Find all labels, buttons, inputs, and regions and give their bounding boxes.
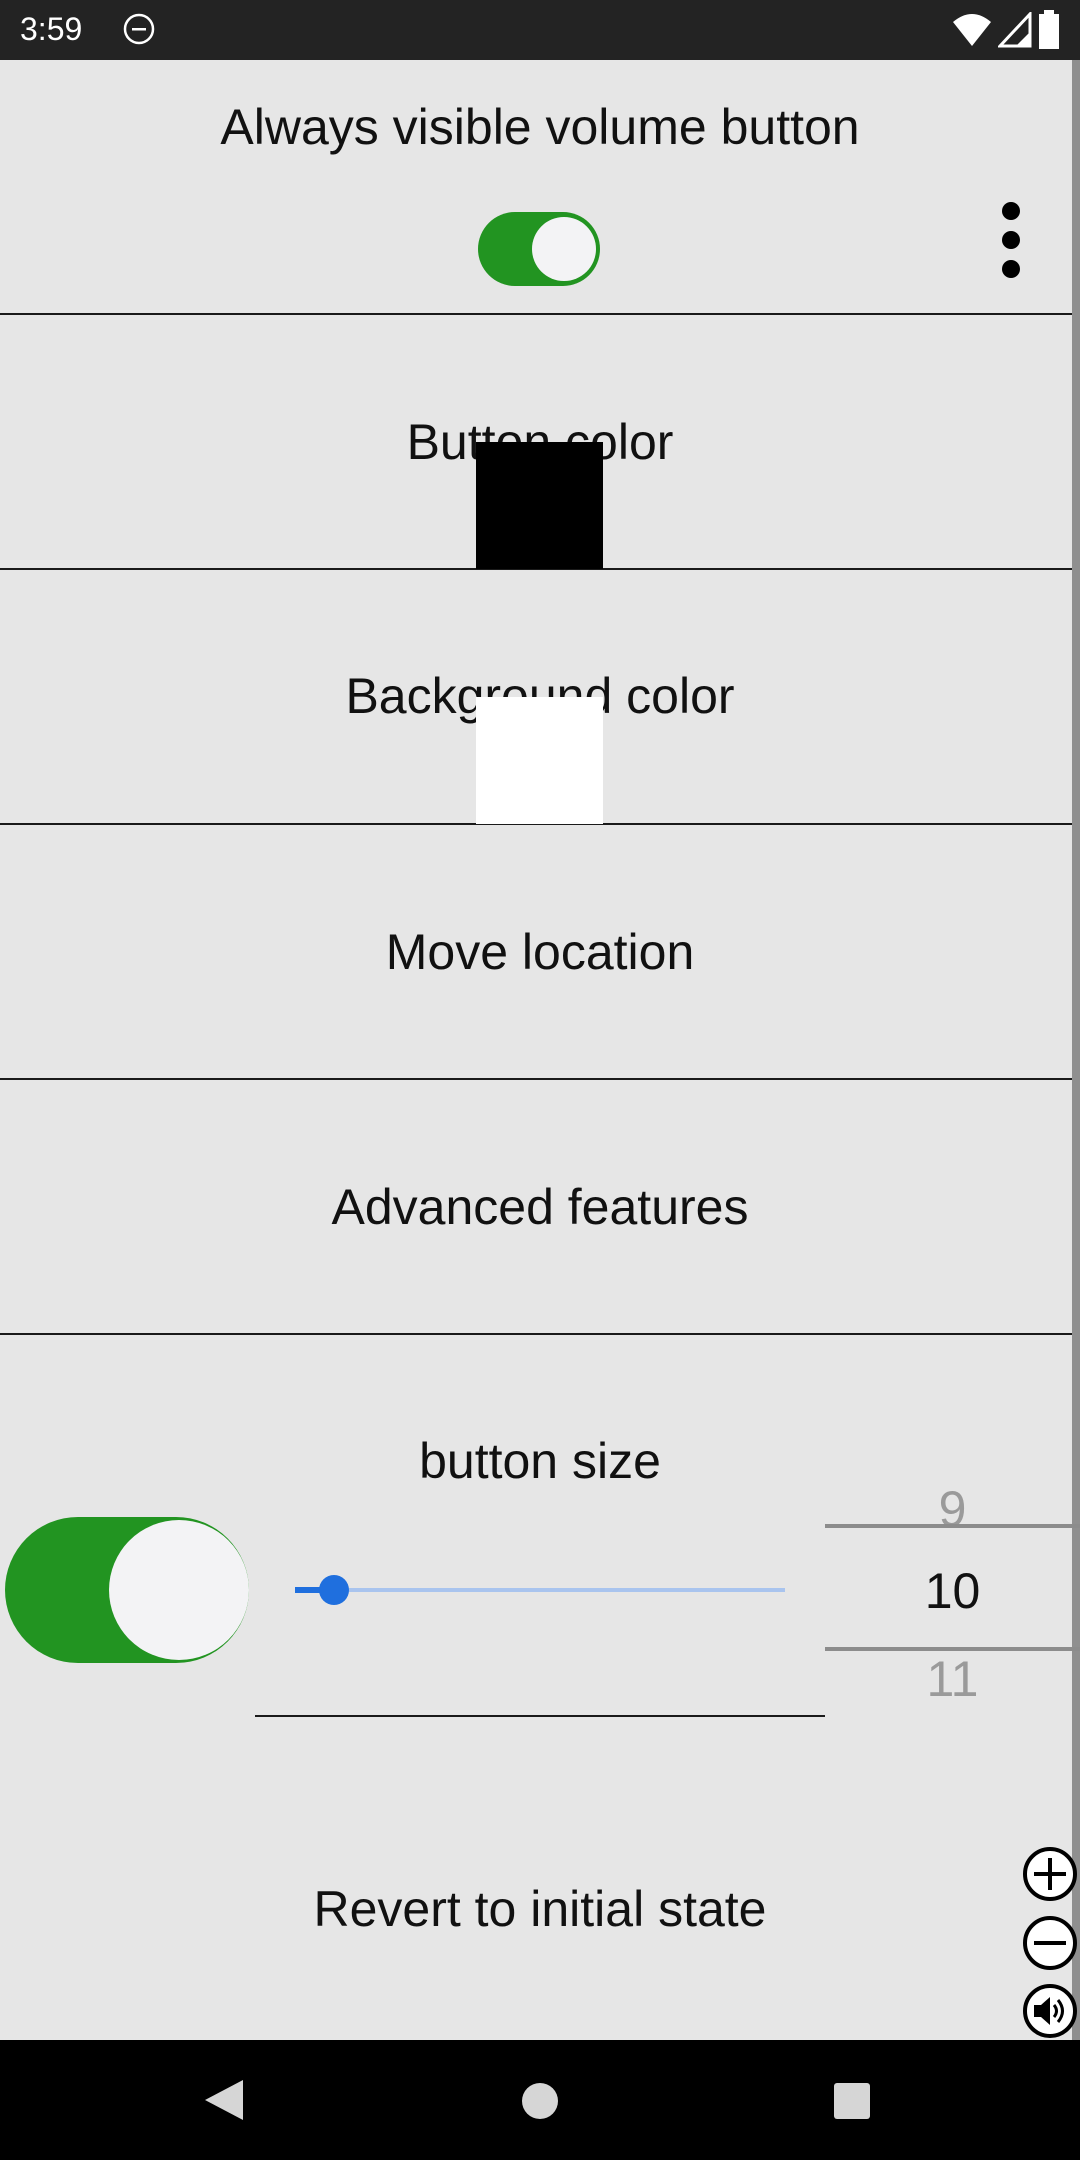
button-color-section[interactable]: Button color: [0, 315, 1072, 570]
button-size-picker[interactable]: 9 10 11: [825, 1470, 1080, 1708]
advanced-features-button[interactable]: Advanced features: [0, 1080, 1072, 1335]
battery-icon: [1039, 10, 1059, 49]
always-visible-title: Always visible volume button: [220, 99, 860, 155]
always-visible-toggle[interactable]: [478, 212, 600, 286]
back-icon[interactable]: [203, 2078, 245, 2122]
wifi-icon: [953, 14, 991, 46]
picker-current-value[interactable]: 10: [825, 1562, 1080, 1620]
toggle-thumb: [532, 217, 596, 281]
more-vert-icon[interactable]: [995, 195, 1027, 285]
picker-prev-value[interactable]: 9: [825, 1480, 1080, 1538]
always-visible-section: Always visible volume button: [0, 60, 1072, 315]
picker-next-value[interactable]: 11: [825, 1650, 1080, 1708]
cellular-signal-icon: [998, 12, 1032, 48]
move-location-title: Move location: [385, 924, 695, 980]
revert-button[interactable]: Revert to initial state: [0, 1780, 1072, 2040]
scrollbar[interactable]: [1072, 60, 1080, 2040]
button-size-toggle[interactable]: [3, 1515, 251, 1665]
slider-track: [295, 1588, 785, 1592]
minus-circle-icon[interactable]: [1022, 1915, 1078, 1971]
picker-divider-top: [825, 1524, 1080, 1528]
plus-circle-icon[interactable]: [1022, 1846, 1078, 1902]
button-size-divider: [255, 1715, 825, 1717]
status-icons: [952, 10, 1060, 50]
move-location-button[interactable]: Move location: [0, 825, 1072, 1080]
slider-thumb[interactable]: [319, 1575, 350, 1605]
button-color-swatch[interactable]: [476, 442, 603, 569]
background-color-section[interactable]: Background color: [0, 570, 1072, 825]
background-color-swatch[interactable]: [476, 697, 603, 824]
home-icon[interactable]: [520, 2081, 560, 2121]
do-not-disturb-icon: [123, 13, 155, 45]
status-bar: 3:59: [0, 0, 1080, 60]
status-time: 3:59: [20, 11, 83, 47]
speaker-icon[interactable]: [1022, 1983, 1078, 2039]
settings-list[interactable]: Always visible volume button Button colo…: [0, 60, 1072, 2040]
revert-title: Revert to initial state: [313, 1881, 767, 1937]
advanced-features-title: Advanced features: [331, 1179, 749, 1235]
button-size-slider[interactable]: [295, 1572, 785, 1608]
recents-icon[interactable]: [833, 2082, 871, 2120]
